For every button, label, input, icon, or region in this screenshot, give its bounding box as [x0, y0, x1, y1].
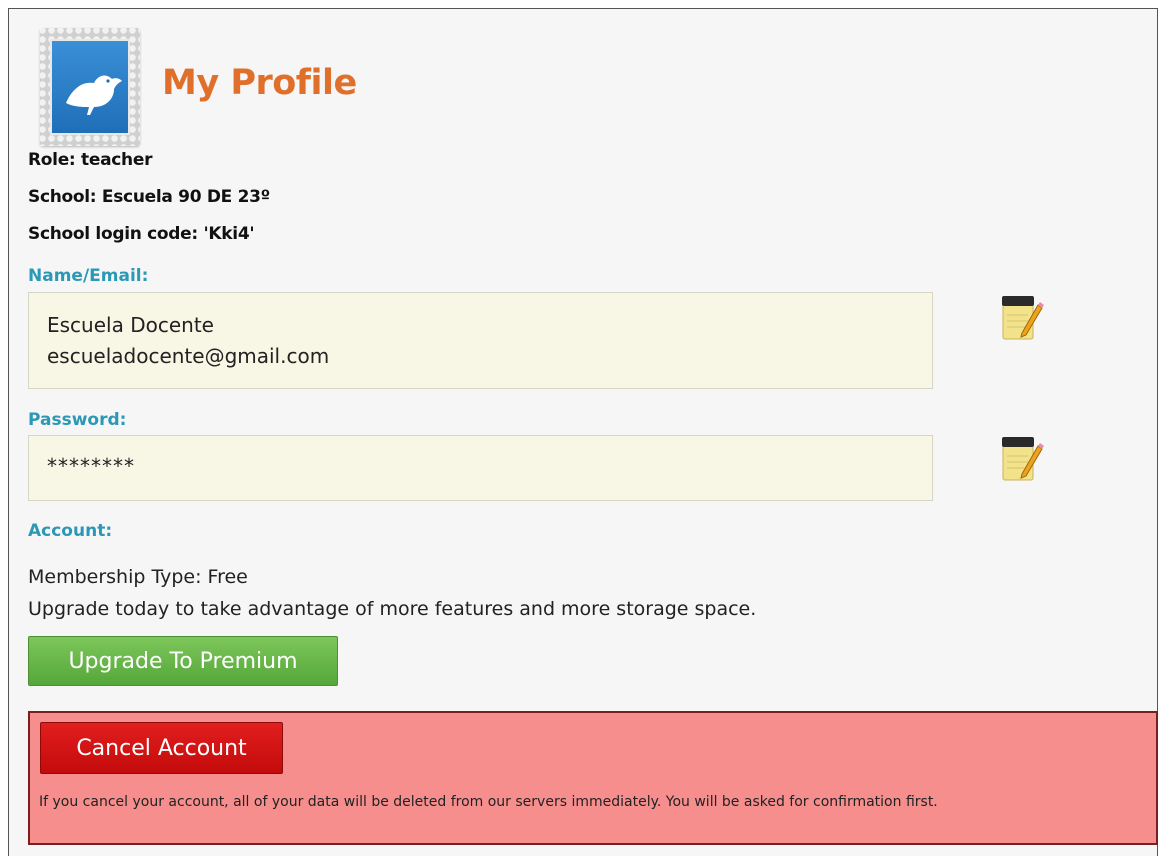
bird-stamp-icon	[40, 28, 140, 146]
password-label: Password:	[28, 410, 127, 430]
page-title: My Profile	[162, 63, 357, 103]
password-field[interactable]: ********	[28, 435, 933, 501]
name-value: Escuela Docente	[47, 313, 214, 337]
upgrade-to-premium-button[interactable]: Upgrade To Premium	[28, 636, 338, 686]
role-text: Role: teacher	[28, 150, 153, 170]
account-label: Account:	[28, 521, 113, 541]
name-email-field[interactable]: Escuela Docente escueladocente@gmail.com	[28, 292, 933, 389]
cancel-account-button[interactable]: Cancel Account	[40, 722, 283, 774]
school-text: School: Escuela 90 DE 23º	[28, 187, 270, 207]
password-value: ********	[47, 454, 135, 478]
edit-notepad-icon[interactable]	[1000, 434, 1044, 484]
cancel-account-section: Cancel Account If you cancel your accoun…	[28, 711, 1158, 845]
membership-type-text: Membership Type: Free	[28, 566, 248, 588]
bird-icon	[66, 75, 122, 115]
name-email-label: Name/Email:	[28, 266, 149, 286]
cancel-warning-text: If you cancel your account, all of your …	[39, 794, 938, 810]
edit-notepad-icon[interactable]	[1000, 293, 1044, 343]
stamp-image	[50, 39, 130, 135]
login-code-text: School login code: 'Kki4'	[28, 224, 255, 244]
upgrade-description: Upgrade today to take advantage of more …	[28, 598, 757, 620]
email-value: escueladocente@gmail.com	[47, 344, 330, 368]
